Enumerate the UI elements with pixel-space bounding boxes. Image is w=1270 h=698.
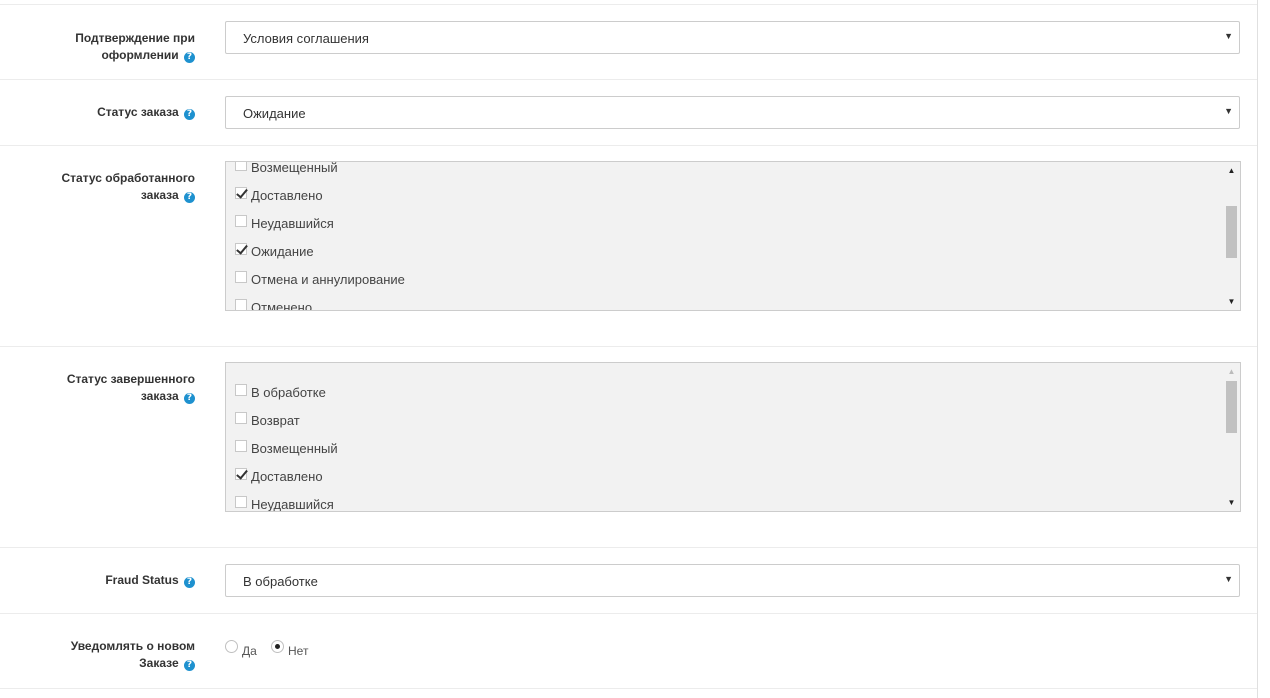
checkbox-label: В обработке	[251, 385, 326, 400]
order-status-select[interactable]: Ожидание ▼	[225, 96, 1240, 129]
row-divider	[0, 613, 1257, 614]
checkbox-item[interactable]: Доставлено	[226, 187, 1222, 215]
scroll-down-arrow-icon[interactable]: ▼	[1223, 498, 1240, 507]
checkbox-item[interactable]: Отменено	[226, 299, 1222, 311]
select-value: Ожидание	[243, 106, 306, 121]
row-divider	[0, 145, 1257, 146]
help-icon[interactable]: ?	[184, 109, 195, 120]
checkbox-label: Отмена и аннулирование	[251, 272, 405, 287]
checkbox-label: Возмещенный	[251, 441, 338, 456]
checkbox-label: Неудавшийся	[251, 216, 334, 231]
scroll-down-arrow-icon[interactable]: ▼	[1223, 297, 1240, 306]
checkbox[interactable]	[235, 412, 247, 424]
help-icon[interactable]: ?	[184, 660, 195, 671]
scroll-up-arrow-icon[interactable]: ▲	[1223, 367, 1240, 376]
checkbox-label: Отменено	[251, 300, 313, 311]
checkbox-item[interactable]: Возмещенный	[226, 440, 1222, 468]
checkbox-item[interactable]: В обработке	[226, 384, 1222, 412]
checkbox[interactable]	[235, 271, 247, 283]
checkbox[interactable]	[235, 299, 247, 310]
checkbox-item[interactable]: Неудавшийся	[226, 215, 1222, 243]
checkbox-item[interactable]: Возмещенный	[226, 161, 1222, 187]
checkbox[interactable]	[235, 162, 247, 171]
checkout-confirm-select[interactable]: Условия соглашения ▼	[225, 21, 1240, 54]
help-icon[interactable]: ?	[184, 52, 195, 63]
fraud-status-select[interactable]: В обработке ▼	[225, 564, 1240, 597]
help-icon[interactable]: ?	[184, 577, 195, 588]
caret-down-icon: ▼	[1224, 574, 1233, 584]
notify-new-order-label: Уведомлять о новом Заказе ?	[70, 639, 195, 671]
checkbox-item[interactable]: Неудавшийся	[226, 496, 1222, 512]
row-divider	[0, 79, 1257, 80]
select-value: Условия соглашения	[243, 31, 369, 46]
checkbox[interactable]	[235, 496, 247, 508]
checkout-confirm-label: Подтверждение при оформлении ?	[75, 31, 195, 63]
radio-button[interactable]	[225, 640, 238, 653]
checkbox-label: Доставлено	[251, 469, 323, 484]
checkbox-list: Возмещенный Доставлено Неудавшийся Ожидание…	[226, 161, 1222, 311]
checkbox-item[interactable]: Отмена и аннулирование	[226, 271, 1222, 299]
processed-status-label: Статус обработанного заказа ?	[61, 171, 195, 203]
checkbox[interactable]	[235, 187, 247, 199]
checkbox-item[interactable]: Возврат	[226, 412, 1222, 440]
scrollbar[interactable]: ▲ ▼	[1223, 363, 1240, 511]
checkbox-item[interactable]: Доставлено	[226, 468, 1222, 496]
checkbox[interactable]	[235, 243, 247, 255]
scroll-up-arrow-icon[interactable]: ▲	[1223, 166, 1240, 175]
checkbox-label: Возмещенный	[251, 161, 338, 175]
complete-status-label: Статус завершенного заказа ?	[66, 372, 195, 404]
caret-down-icon: ▼	[1224, 106, 1233, 116]
row-divider	[0, 346, 1257, 347]
checkbox-item[interactable]: Ожидание	[226, 243, 1222, 271]
checkbox[interactable]	[235, 440, 247, 452]
row-divider	[0, 688, 1257, 689]
scroll-thumb[interactable]	[1226, 381, 1237, 433]
processed-status-checklist[interactable]: Возмещенный Доставлено Неудавшийся Ожидание…	[225, 161, 1241, 311]
checkbox[interactable]	[235, 384, 247, 396]
radio-label: Да	[242, 644, 257, 658]
radio-label: Нет	[288, 644, 309, 658]
caret-down-icon: ▼	[1224, 31, 1233, 41]
select-value: В обработке	[243, 574, 318, 589]
checkbox[interactable]	[235, 215, 247, 227]
checkbox-list: В обработке Возврат Возмещенный Доставлено Н…	[226, 384, 1222, 512]
checkbox-label: Неудавшийся	[251, 497, 334, 512]
row-divider	[0, 547, 1257, 548]
scroll-thumb[interactable]	[1226, 206, 1237, 258]
order-status-label: Статус заказа ?	[20, 104, 195, 121]
row-divider	[0, 4, 1257, 5]
scrollbar[interactable]: ▲ ▼	[1223, 162, 1240, 310]
fraud-status-label: Fraud Status ?	[20, 572, 195, 589]
help-icon[interactable]: ?	[184, 393, 195, 404]
checkbox-label: Ожидание	[251, 244, 314, 259]
radio-button[interactable]	[271, 640, 284, 653]
settings-form-panel: Подтверждение при оформлении ? Условия с…	[0, 0, 1258, 698]
checkbox-label: Возврат	[251, 413, 300, 428]
help-icon[interactable]: ?	[184, 192, 195, 203]
complete-status-checklist[interactable]: В обработке Возврат Возмещенный Доставлено Н…	[225, 362, 1241, 512]
checkbox-label: Доставлено	[251, 188, 323, 203]
checkbox[interactable]	[235, 468, 247, 480]
